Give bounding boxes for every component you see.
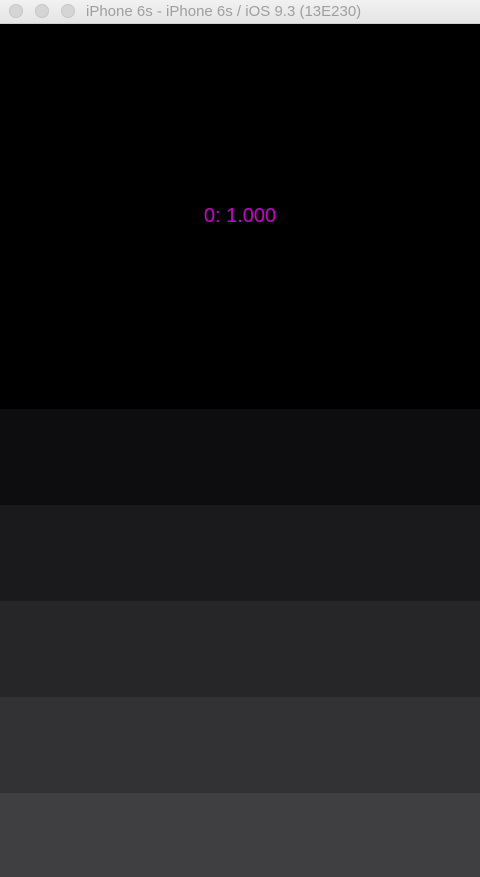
color-row-2[interactable] — [0, 505, 480, 601]
close-icon[interactable] — [9, 4, 23, 18]
hero-value-label: 0: 1.000 — [203, 205, 277, 227]
title-bar[interactable]: iPhone 6s - iPhone 6s / iOS 9.3 (13E230) — [0, 0, 480, 24]
window-title: iPhone 6s - iPhone 6s / iOS 9.3 (13E230) — [86, 3, 362, 20]
device-screen: 0: 1.000 — [0, 24, 480, 877]
hero-panel: 0: 1.000 — [0, 24, 480, 409]
color-row-5[interactable] — [0, 793, 480, 877]
minimize-icon[interactable] — [35, 4, 49, 18]
color-row-1[interactable] — [0, 409, 480, 505]
simulator-window: iPhone 6s - iPhone 6s / iOS 9.3 (13E230)… — [0, 0, 480, 877]
color-row-3[interactable] — [0, 601, 480, 697]
color-row-4[interactable] — [0, 697, 480, 793]
zoom-icon[interactable] — [61, 4, 75, 18]
